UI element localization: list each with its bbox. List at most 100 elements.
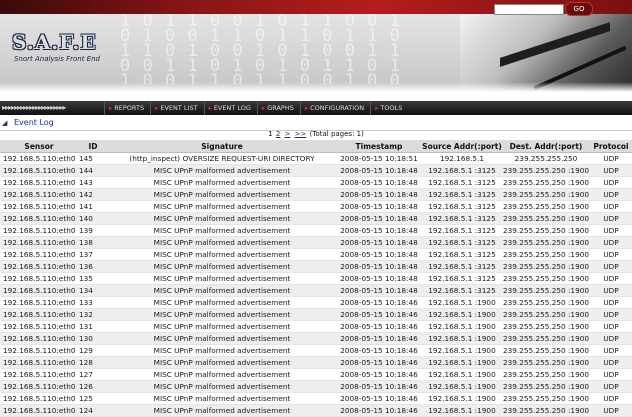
column-header-timestamp[interactable]: Timestamp xyxy=(336,140,422,153)
signature-cell: MISC UPnP malformed advertisement xyxy=(108,320,336,333)
table-row[interactable]: 192.168.5.110:eth0 125 MISC UPnP malformed… xyxy=(0,392,632,405)
signature-cell: MISC UPnP malformed advertisement xyxy=(108,392,336,405)
table-row[interactable]: 192.168.5.110:eth0 128 MISC UPnP malformed… xyxy=(0,356,632,369)
table-row[interactable]: 192.168.5.110:eth0 130 MISC UPnP malformed… xyxy=(0,332,632,345)
protocol-cell: UDP xyxy=(590,344,632,357)
table-row[interactable]: 192.168.5.110:eth0 134 MISC UPnP malformed… xyxy=(0,284,632,297)
nav-label: REPORTS xyxy=(114,104,145,112)
sensor-cell: 192.168.5.110:eth0 xyxy=(0,212,78,225)
table-row[interactable]: 192.168.5.110:eth0 135 MISC UPnP malformed… xyxy=(0,272,632,285)
id-cell[interactable]: 139 xyxy=(78,224,108,237)
pager-next-link[interactable]: > xyxy=(285,130,291,138)
table-row[interactable]: 192.168.5.110:eth0 126 MISC UPnP malformed… xyxy=(0,380,632,393)
table-row[interactable]: 192.168.5.110:eth0 127 MISC UPnP malformed… xyxy=(0,368,632,381)
source-addr-cell: 192.168.5.1 :3125 xyxy=(422,284,502,297)
timestamp-cell: 2008-05-15 10:18:46 xyxy=(336,308,422,321)
timestamp-cell: 2008-05-15 10:18:48 xyxy=(336,260,422,273)
source-addr-cell: 192.168.5.1 :3125 xyxy=(422,164,502,177)
table-row[interactable]: 192.168.5.110:eth0 142 MISC UPnP malformed… xyxy=(0,188,632,201)
sensor-cell: 192.168.5.110:eth0 xyxy=(0,320,78,333)
table-row[interactable]: 192.168.5.110:eth0 124 MISC UPnP malformed… xyxy=(0,404,632,417)
nav-item-graphs[interactable]: ▸ GRAPHS xyxy=(256,101,300,115)
search-input[interactable] xyxy=(494,4,564,15)
table-row[interactable]: 192.168.5.110:eth0 141 MISC UPnP malformed… xyxy=(0,200,632,213)
id-cell[interactable]: 138 xyxy=(78,236,108,249)
dest-addr-cell: 239.255.255.250 :1900 xyxy=(502,164,590,177)
column-header-dest-addr[interactable]: Dest. Addr(:port) xyxy=(502,140,590,153)
id-cell[interactable]: 130 xyxy=(78,332,108,345)
dest-addr-cell: 239.255.255.250 :1900 xyxy=(502,176,590,189)
timestamp-cell: 2008-05-15 10:18:46 xyxy=(336,356,422,369)
pager-page-2-link[interactable]: 2 xyxy=(276,130,280,138)
id-cell[interactable]: 125 xyxy=(78,392,108,405)
table-row[interactable]: 192.168.5.110:eth0 133 MISC UPnP malformed… xyxy=(0,296,632,309)
nav-item-reports[interactable]: ▸ REPORTS xyxy=(104,101,150,115)
column-header-id[interactable]: ID xyxy=(78,140,108,153)
protocol-cell: UDP xyxy=(590,152,632,165)
id-cell[interactable]: 128 xyxy=(78,356,108,369)
nav-item-tools[interactable]: ▸ TOOLS xyxy=(370,101,408,115)
source-addr-cell: 192.168.5.1 :1900 xyxy=(422,404,502,417)
table-row[interactable]: 192.168.5.110:eth0 131 MISC UPnP malformed… xyxy=(0,320,632,333)
table-row[interactable]: 192.168.5.110:eth0 139 MISC UPnP malformed… xyxy=(0,224,632,237)
sensor-cell: 192.168.5.110:eth0 xyxy=(0,308,78,321)
column-header-sensor[interactable]: Sensor xyxy=(0,140,78,153)
dest-addr-cell: 239.255.255.250 :1900 xyxy=(502,236,590,249)
table-row[interactable]: 192.168.5.110:eth0 138 MISC UPnP malformed… xyxy=(0,236,632,249)
nav-label: GRAPHS xyxy=(267,104,294,112)
id-cell[interactable]: 124 xyxy=(78,404,108,417)
nav-item-event-list[interactable]: ▸ EVENT LIST xyxy=(150,101,203,115)
id-cell[interactable]: 143 xyxy=(78,176,108,189)
id-cell[interactable]: 132 xyxy=(78,308,108,321)
dest-addr-cell: 239.255.255.250 :1900 xyxy=(502,332,590,345)
go-button[interactable]: GO xyxy=(565,2,593,16)
sensor-cell: 192.168.5.110:eth0 xyxy=(0,272,78,285)
dest-addr-cell: 239.255.255.250 :1900 xyxy=(502,248,590,261)
timestamp-cell: 2008-05-15 10:18:48 xyxy=(336,212,422,225)
id-cell[interactable]: 127 xyxy=(78,368,108,381)
table-row[interactable]: 192.168.5.110:eth0 145 (http_inspect) OVER… xyxy=(0,152,632,165)
id-cell[interactable]: 140 xyxy=(78,212,108,225)
dest-addr-cell: 239.255.255.250 :1900 xyxy=(502,296,590,309)
nav-item-configuration[interactable]: ▸ CONFIGURATION xyxy=(299,101,370,115)
nav-item-event-log[interactable]: ▸ EVENT LOG xyxy=(203,101,257,115)
column-header-source-addr[interactable]: Source Addr(:port) xyxy=(422,140,502,153)
protocol-cell: UDP xyxy=(590,356,632,369)
nav-label: CONFIGURATION xyxy=(310,104,365,112)
table-row[interactable]: 192.168.5.110:eth0 132 MISC UPnP malformed… xyxy=(0,308,632,321)
id-cell[interactable]: 131 xyxy=(78,320,108,333)
timestamp-cell: 2008-05-15 10:18:46 xyxy=(336,320,422,333)
id-cell[interactable]: 135 xyxy=(78,272,108,285)
signature-cell: MISC UPnP malformed advertisement xyxy=(108,188,336,201)
id-cell[interactable]: 134 xyxy=(78,284,108,297)
sensor-cell: 192.168.5.110:eth0 xyxy=(0,224,78,237)
id-cell[interactable]: 137 xyxy=(78,248,108,261)
nav-label: EVENT LOG xyxy=(213,104,251,112)
app-logo[interactable]: S.A.F.E xyxy=(12,30,104,58)
protocol-cell: UDP xyxy=(590,272,632,285)
pager-last-link[interactable]: >> xyxy=(295,130,307,138)
id-cell[interactable]: 129 xyxy=(78,344,108,357)
id-cell[interactable]: 136 xyxy=(78,260,108,273)
signature-cell: MISC UPnP malformed advertisement xyxy=(108,236,336,249)
source-addr-cell: 192.168.5.1 :3125 xyxy=(422,248,502,261)
id-cell[interactable]: 145 xyxy=(78,152,108,165)
column-header-signature[interactable]: Signature xyxy=(108,140,336,153)
table-row[interactable]: 192.168.5.110:eth0 143 MISC UPnP malformed… xyxy=(0,176,632,189)
table-row[interactable]: 192.168.5.110:eth0 137 MISC UPnP malformed… xyxy=(0,248,632,261)
id-cell[interactable]: 142 xyxy=(78,188,108,201)
table-row[interactable]: 192.168.5.110:eth0 144 MISC UPnP malformed… xyxy=(0,164,632,177)
banner-machine-graphic xyxy=(460,14,632,92)
table-row[interactable]: 192.168.5.110:eth0 129 MISC UPnP malformed… xyxy=(0,344,632,357)
id-cell[interactable]: 141 xyxy=(78,200,108,213)
table-row[interactable]: 192.168.5.110:eth0 136 MISC UPnP malformed… xyxy=(0,260,632,273)
id-cell[interactable]: 126 xyxy=(78,380,108,393)
id-cell[interactable]: 144 xyxy=(78,164,108,177)
column-header-protocol[interactable]: Protocol xyxy=(590,140,632,153)
sensor-cell: 192.168.5.110:eth0 xyxy=(0,176,78,189)
banner-fade xyxy=(0,82,632,92)
id-cell[interactable]: 133 xyxy=(78,296,108,309)
signature-cell: MISC UPnP malformed advertisement xyxy=(108,332,336,345)
table-row[interactable]: 192.168.5.110:eth0 140 MISC UPnP malformed… xyxy=(0,212,632,225)
timestamp-cell: 2008-05-15 10:18:48 xyxy=(336,284,422,297)
